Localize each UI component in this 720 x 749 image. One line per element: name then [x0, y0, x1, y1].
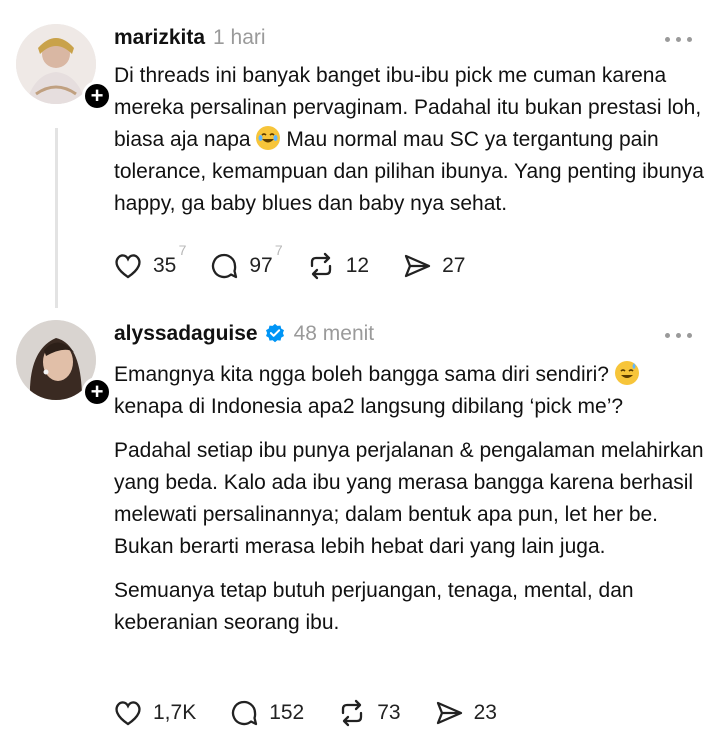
timestamp[interactable]: 1 hari	[213, 26, 266, 50]
send-icon	[404, 254, 431, 278]
post-body: Di threads ini banyak banget ibu-ibu pic…	[114, 60, 704, 232]
reply-count: 97	[249, 242, 283, 278]
share-button[interactable]: 23	[433, 697, 497, 729]
share-count: 23	[473, 701, 497, 724]
username[interactable]: alyssadaguise	[114, 322, 258, 346]
like-button[interactable]: 1,7K	[112, 697, 196, 729]
share-count: 27	[442, 254, 466, 277]
thread-line	[55, 128, 58, 308]
repost-icon	[310, 252, 331, 280]
post-actions: 1,7K 152 73 23	[112, 697, 529, 729]
heart-icon	[115, 701, 141, 726]
share-button[interactable]: 27	[401, 250, 465, 282]
post-paragraph: Padahal setiap ibu punya perjalanan & pe…	[114, 439, 704, 558]
avatar-wrap: +	[16, 24, 112, 111]
post-paragraph: Emangnya kita ngga boleh bangga sama dir…	[114, 359, 704, 423]
like-count: 1,7K	[153, 701, 197, 724]
more-options-icon[interactable]	[665, 333, 692, 338]
verified-badge-icon	[265, 323, 284, 343]
username[interactable]: marizkita	[114, 26, 205, 50]
like-button[interactable]: 35	[112, 242, 187, 282]
reply-count: 152	[269, 701, 305, 724]
laughing-emoji-icon	[256, 126, 281, 150]
repost-button[interactable]: 12	[305, 250, 369, 282]
like-count: 35	[153, 242, 187, 278]
send-icon	[436, 701, 462, 725]
post-paragraph: Semuanya tetap butuh perjuangan, tenaga,…	[114, 579, 634, 634]
repost-count: 12	[345, 254, 370, 277]
timestamp[interactable]: 48 menit	[294, 322, 375, 346]
follow-plus-icon[interactable]: +	[82, 81, 112, 111]
repost-button[interactable]: 73	[336, 697, 401, 729]
repost-icon	[342, 699, 363, 727]
more-options-icon[interactable]	[665, 37, 692, 42]
post-body: Emangnya kita ngga boleh bangga sama dir…	[114, 359, 704, 651]
sweat-smile-emoji-icon	[614, 361, 639, 385]
comment-icon	[232, 700, 258, 726]
post-header: marizkita 1 hari	[114, 26, 266, 50]
post-header: alyssadaguise 48 menit	[114, 322, 374, 346]
reply-button[interactable]: 97	[208, 242, 283, 282]
heart-icon	[115, 254, 141, 279]
follow-plus-icon[interactable]: +	[82, 377, 112, 407]
post-actions: 35 97 12 27	[112, 242, 497, 282]
post-paragraph: Di threads ini banyak banget ibu-ibu pic…	[114, 64, 704, 215]
reply-button[interactable]: 152	[228, 697, 304, 729]
avatar-wrap: +	[16, 320, 112, 407]
comment-icon	[212, 253, 238, 279]
repost-count: 73	[377, 701, 401, 724]
